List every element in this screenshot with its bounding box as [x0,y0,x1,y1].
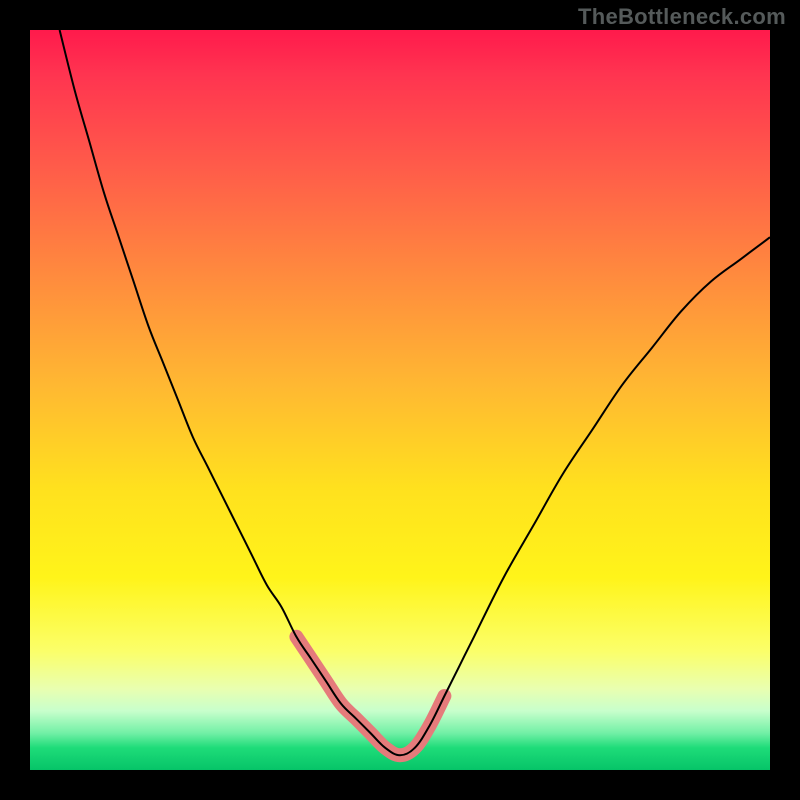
watermark-text: TheBottleneck.com [578,4,786,30]
bottleneck-curve [60,30,770,755]
plot-area [30,30,770,770]
chart-frame: TheBottleneck.com [0,0,800,800]
curve-layer [30,30,770,770]
